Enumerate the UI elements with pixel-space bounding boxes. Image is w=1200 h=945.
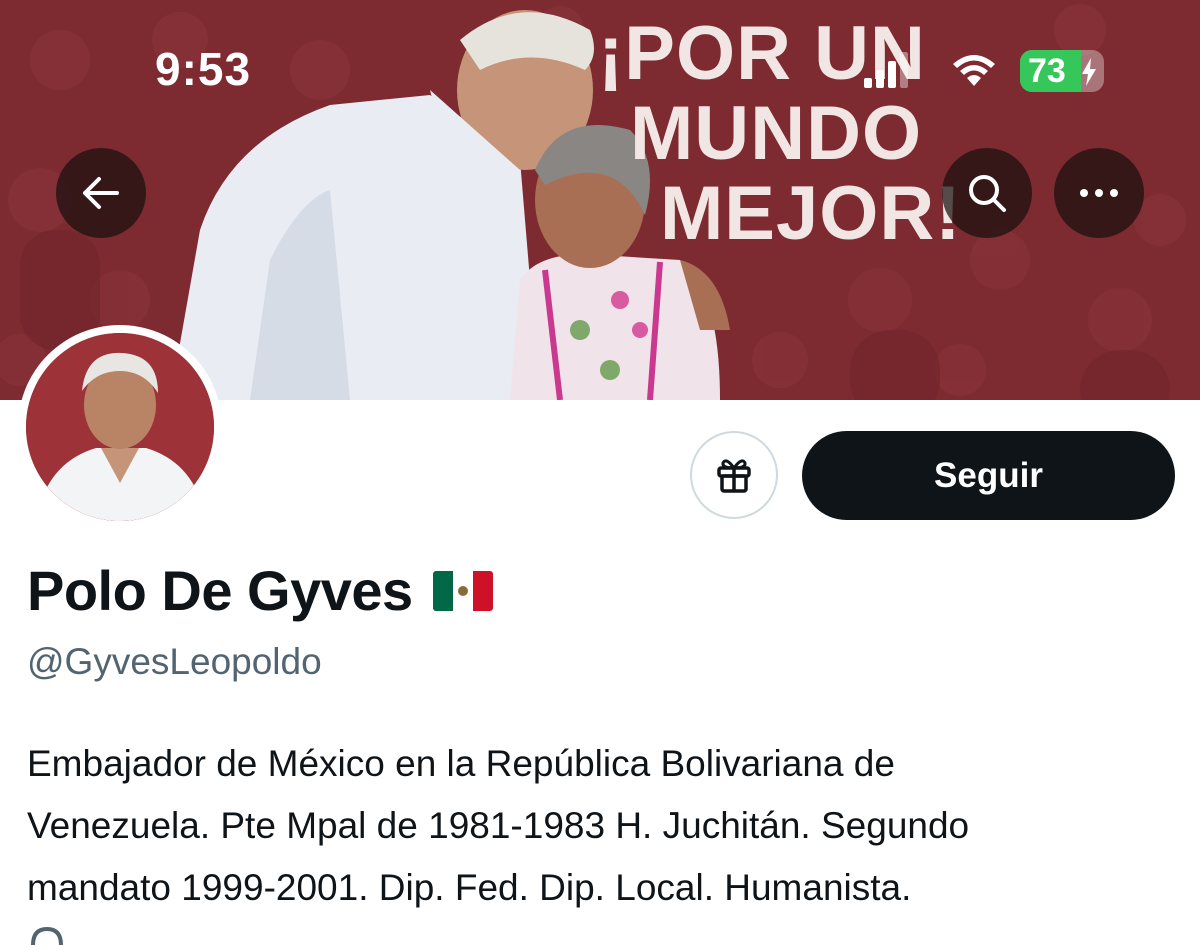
gift-icon: [717, 459, 751, 493]
bio-line: Embajador de México en la República Boli…: [27, 743, 895, 784]
flag-stripe-red: [472, 570, 493, 611]
bio-line: Venezuela. Pte Mpal de 1981-1983 H. Juch…: [27, 805, 970, 846]
search-button[interactable]: [942, 148, 1032, 238]
charging-bolt-icon: [1082, 58, 1096, 86]
more-options-button[interactable]: [1054, 148, 1144, 238]
banner-headline-line: MEJOR!: [660, 171, 962, 256]
back-button[interactable]: [56, 148, 146, 238]
status-time: 9:53: [155, 43, 252, 95]
profile-handle: @GyvesLeopoldo: [27, 641, 322, 682]
profile-avatar-frame[interactable]: [18, 325, 222, 529]
profile-bio: Embajador de México en la República Boli…: [27, 733, 1177, 919]
wifi-icon: [953, 55, 995, 86]
mexico-flag-icon: [432, 570, 493, 611]
display-name: Polo De Gyves: [27, 559, 413, 622]
avatar-photo: [26, 333, 214, 521]
cellular-signal-icon: [864, 52, 908, 88]
flag-stripe-green: [432, 570, 453, 611]
battery-percent: 73: [1028, 52, 1066, 90]
avatar[interactable]: [26, 333, 214, 521]
flag-emblem: [457, 585, 468, 596]
flag-stripe-white: [452, 570, 473, 611]
gift-button[interactable]: [690, 431, 778, 519]
follow-button[interactable]: Seguir: [802, 431, 1175, 520]
banner-headline: ¡POR UN MUNDO MEJOR!: [598, 14, 962, 254]
search-icon: [969, 175, 1006, 212]
link-icon: [31, 926, 63, 945]
battery-indicator: 73: [1020, 50, 1104, 92]
profile-banner[interactable]: ¡POR UN MUNDO MEJOR! 9:53 73: [0, 0, 1200, 400]
bio-line: mandato 1999-2001. Dip. Fed. Dip. Local.…: [27, 867, 912, 908]
arrow-left-icon: [83, 177, 119, 209]
more-horizontal-icon: [1080, 189, 1118, 197]
profile-link-row[interactable]: [27, 925, 67, 945]
banner-headline-line: MUNDO: [630, 91, 923, 176]
profile-name-row: Polo De Gyves: [27, 558, 493, 623]
